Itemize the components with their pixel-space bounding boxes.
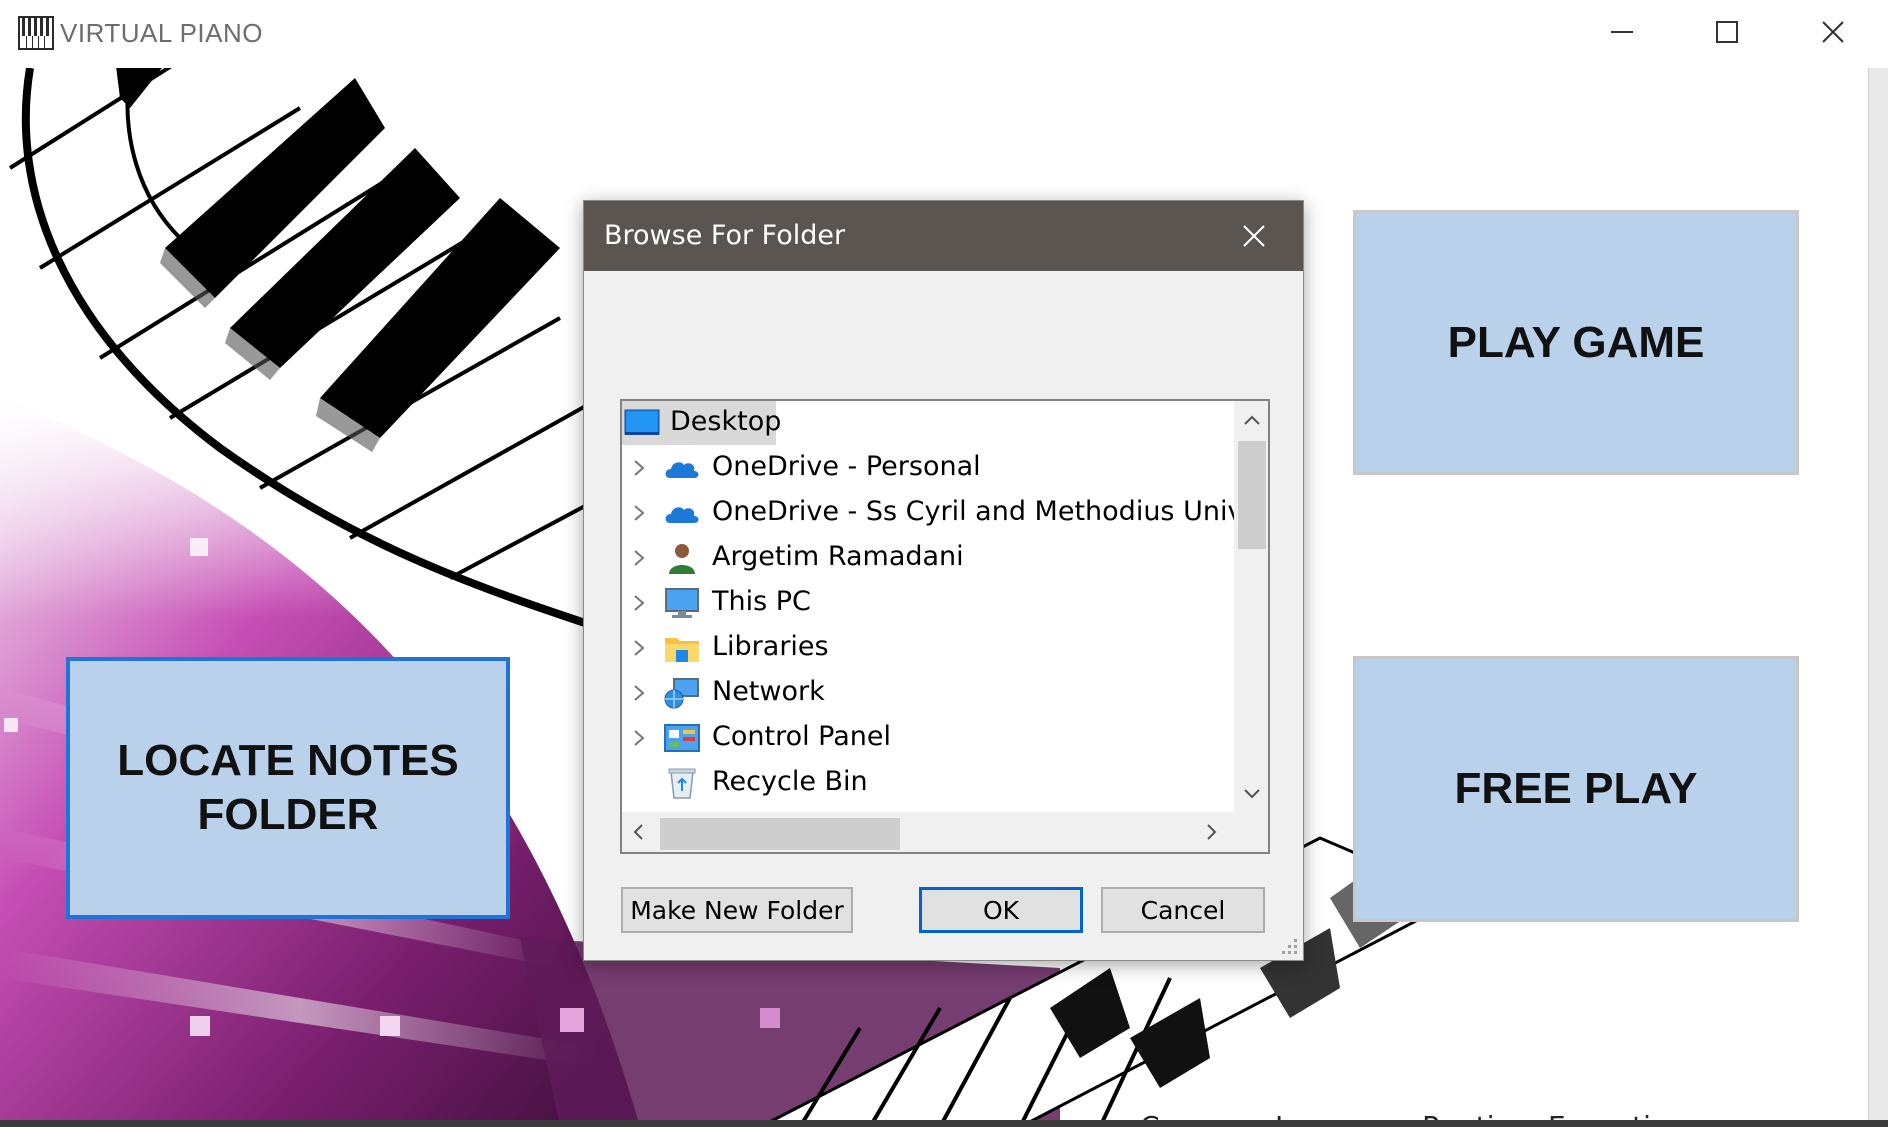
tree-item-label: Argetim Ramadani — [712, 541, 964, 572]
scroll-left-arrow-icon[interactable] — [628, 820, 648, 844]
close-icon — [1243, 225, 1265, 247]
maximize-icon — [1716, 21, 1738, 43]
tree-item-label: Desktop — [670, 406, 782, 437]
tree-item-label: Network — [712, 676, 825, 707]
locate-notes-folder-button[interactable]: LOCATE NOTES FOLDER — [66, 657, 510, 919]
piano-keys-icon — [18, 16, 54, 50]
vertical-scrollbar[interactable] — [1234, 401, 1268, 812]
play-game-button[interactable]: PLAY GAME — [1353, 210, 1799, 475]
dialog-titlebar[interactable]: Browse For Folder — [584, 201, 1303, 271]
tree-item-onedrive-personal[interactable]: OneDrive - Personal — [622, 446, 1226, 490]
cancel-button[interactable]: Cancel — [1101, 887, 1265, 933]
free-play-button[interactable]: FREE PLAY — [1353, 656, 1799, 922]
minimize-icon — [1611, 31, 1633, 33]
expand-chevron-icon[interactable] — [630, 581, 648, 625]
tree-item-label: This PC — [712, 586, 811, 617]
close-icon — [1822, 21, 1844, 43]
expand-chevron-icon[interactable] — [630, 491, 648, 535]
ok-button[interactable]: OK — [919, 887, 1083, 933]
tree-item-label: Control Panel — [712, 721, 892, 752]
bottom-edge — [0, 1120, 1888, 1127]
recycle-bin-icon — [668, 768, 696, 799]
tree-item-control-panel[interactable]: Control Panel — [622, 716, 1226, 760]
vertical-scroll-thumb[interactable] — [1238, 441, 1266, 549]
tree-item-libraries[interactable]: Libraries — [622, 626, 1226, 670]
dialog-close-button[interactable] — [1224, 209, 1284, 263]
expand-chevron-icon[interactable] — [630, 626, 648, 670]
app-title: VIRTUAL PIANO — [60, 18, 263, 48]
scrollbar-corner — [1234, 812, 1268, 852]
tree-item-network[interactable]: Network — [622, 671, 1226, 715]
expand-chevron-icon[interactable] — [630, 446, 648, 490]
make-new-folder-button[interactable]: Make New Folder — [621, 887, 853, 933]
resize-grip-icon[interactable] — [1276, 933, 1300, 957]
titlebar[interactable]: VIRTUAL PIANO — [0, 0, 1888, 68]
scroll-right-arrow-icon[interactable] — [1202, 820, 1222, 844]
cloud-icon — [665, 462, 699, 478]
tree-item-desktop[interactable]: Desktop — [622, 401, 1226, 445]
tree-item-label: Recycle Bin — [712, 766, 868, 797]
minimize-button[interactable] — [1570, 0, 1674, 64]
tree-item-label: OneDrive - Personal — [712, 451, 981, 482]
computer-icon — [665, 588, 699, 618]
tree-item-onedrive-university[interactable]: OneDrive - Ss Cyril and Methodius Univer… — [622, 491, 1268, 535]
user-icon — [669, 544, 695, 574]
expand-chevron-icon[interactable] — [630, 716, 648, 760]
maximize-button[interactable] — [1675, 0, 1779, 64]
libraries-folder-icon — [665, 638, 699, 662]
tree-item-this-pc[interactable]: This PC — [622, 581, 1226, 625]
tree-item-label: Libraries — [712, 631, 829, 662]
control-panel-icon — [664, 724, 700, 752]
horizontal-scrollbar[interactable] — [622, 812, 1234, 852]
tree-item-label: OneDrive - Ss Cyril and Methodius Univer… — [712, 496, 1270, 527]
window-right-edge — [1868, 0, 1888, 1127]
tree-item-user-folder[interactable]: Argetim Ramadani — [622, 536, 1226, 580]
cloud-icon — [665, 507, 699, 523]
folder-tree[interactable]: Desktop OneDrive - Personal OneDrive - S… — [620, 399, 1270, 854]
scroll-down-arrow-icon[interactable] — [1240, 783, 1264, 805]
desktop-icon — [624, 409, 660, 435]
tree-item-recycle-bin[interactable]: Recycle Bin — [622, 761, 1226, 805]
scroll-up-arrow-icon[interactable] — [1240, 409, 1264, 431]
expand-chevron-icon[interactable] — [630, 536, 648, 580]
app-window: VIRTUAL PIANO LOCATE NOTES FOLDER PLAY G… — [0, 0, 1888, 1127]
horizontal-scroll-thumb[interactable] — [660, 818, 900, 850]
network-icon — [664, 678, 699, 709]
dialog-title: Browse For Folder — [604, 220, 846, 251]
expand-chevron-icon[interactable] — [630, 671, 648, 715]
close-button[interactable] — [1781, 0, 1885, 64]
browse-folder-dialog: Browse For Folder Desktop OneDrive - Per… — [583, 200, 1304, 961]
